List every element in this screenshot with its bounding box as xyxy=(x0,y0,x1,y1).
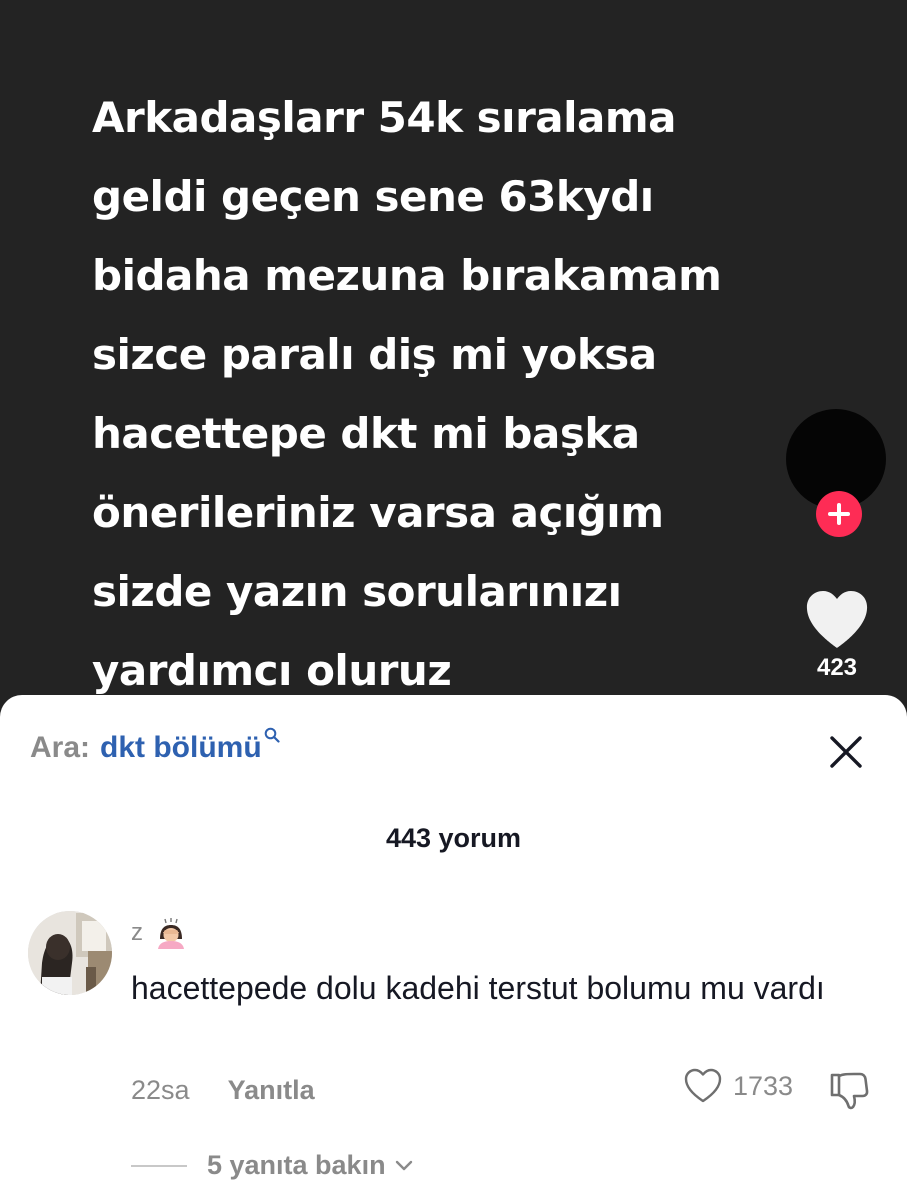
comment-meta: 22sa Yanıtla xyxy=(131,1075,315,1106)
plus-icon xyxy=(828,503,850,525)
caption-line: Arkadaşlarr 54k sıralama xyxy=(92,93,676,142)
video-caption: Arkadaşlarr 54k sıralama geldi geçen sen… xyxy=(92,78,772,710)
follow-button[interactable] xyxy=(816,491,862,537)
like-count: 423 xyxy=(816,654,858,681)
caption-line: hacettepe dkt mi başka xyxy=(92,409,640,458)
avatar[interactable] xyxy=(28,911,112,995)
comment-username-row[interactable]: z xyxy=(131,917,189,949)
comment-text: hacettepede dolu kadehi terstut bolumu m… xyxy=(131,970,825,1006)
caption-line: sizce paralı diş mi yoksa xyxy=(92,330,657,379)
view-replies-button[interactable]: 5 yanıta bakın xyxy=(131,1150,414,1181)
comment-time: 22sa xyxy=(131,1075,190,1105)
caption-line: önerileriniz varsa açığım xyxy=(92,488,664,537)
close-icon[interactable] xyxy=(829,735,863,769)
heart-outline-icon xyxy=(684,1068,722,1103)
comment-like-count: 1733 xyxy=(733,1070,794,1101)
heart-icon[interactable] xyxy=(804,590,870,650)
avatar-photo xyxy=(28,911,112,995)
related-search[interactable]: Ara: dkt bölümü xyxy=(30,727,280,765)
search-term-link[interactable]: dkt bölümü xyxy=(100,731,262,765)
thumbs-down-icon[interactable] xyxy=(828,1071,870,1111)
view-replies-label: 5 yanıta bakın xyxy=(207,1150,386,1180)
comment-like-button[interactable]: 1733 xyxy=(683,1068,793,1104)
video-player[interactable]: Arkadaşlarr 54k sıralama geldi geçen sen… xyxy=(0,0,907,720)
woman-facepalm-emoji-icon xyxy=(158,918,184,949)
caption-line: bidaha mezuna bırakamam xyxy=(92,251,722,300)
search-icon xyxy=(264,727,280,743)
comment-count: 443 yorum xyxy=(385,823,522,853)
creator-profile xyxy=(786,409,886,537)
chevron-down-icon xyxy=(395,1160,412,1170)
video-like: 423 xyxy=(796,590,878,682)
comment-username: z xyxy=(131,919,143,946)
comments-sheet: Ara: dkt bölümü 443 yorum z hacettepede … xyxy=(0,695,907,1200)
replies-divider xyxy=(131,1164,187,1167)
search-label: Ara: xyxy=(30,731,91,764)
reply-button[interactable]: Yanıtla xyxy=(228,1075,315,1106)
caption-line: geldi geçen sene 63kydı xyxy=(92,172,654,221)
caption-line: sizde yazın sorularınızı xyxy=(92,567,622,616)
